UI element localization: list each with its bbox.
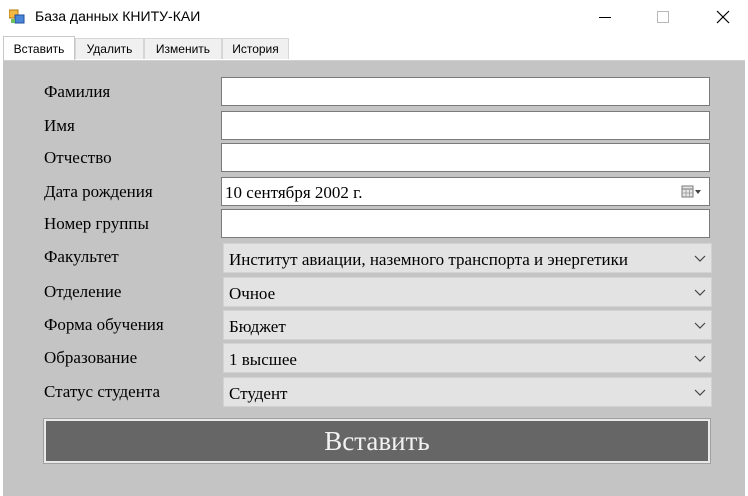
status-value: Студент	[229, 384, 288, 403]
status-label: Статус студента	[44, 382, 161, 401]
tab-history[interactable]: История	[222, 38, 289, 59]
patronymic-input[interactable]	[221, 143, 710, 172]
birthdate-label: Дата рождения	[44, 182, 153, 201]
tab-delete[interactable]: Удалить	[75, 38, 144, 59]
chevron-down-icon	[694, 355, 706, 362]
tab-label: Вставить	[13, 41, 65, 56]
minimize-button[interactable]	[582, 0, 628, 34]
education-label: Образование	[44, 348, 138, 367]
chevron-down-icon	[694, 255, 706, 262]
chevron-down-icon	[694, 322, 706, 329]
tab-label: История	[232, 42, 279, 56]
title-bar: База данных КНИТУ-КАИ	[0, 0, 748, 34]
tab-insert[interactable]: Вставить	[3, 36, 75, 60]
group-label: Номер группы	[44, 214, 149, 233]
department-value: Очное	[229, 284, 276, 303]
close-button[interactable]	[700, 0, 746, 34]
maximize-button[interactable]	[640, 0, 686, 34]
tab-label: Изменить	[155, 42, 211, 56]
surname-label: Фамилия	[44, 82, 111, 101]
group-input[interactable]	[221, 209, 710, 238]
minimize-icon	[599, 17, 611, 18]
window-title: База данных КНИТУ-КАИ	[35, 8, 201, 24]
department-label: Отделение	[44, 282, 122, 301]
tab-edit[interactable]: Изменить	[144, 38, 222, 59]
patronymic-label: Отчество	[44, 148, 112, 167]
department-select[interactable]: Очное	[223, 277, 712, 307]
study-form-value: Бюджет	[229, 317, 286, 336]
faculty-select[interactable]: Институт авиации, наземного транспорта и…	[223, 243, 712, 273]
status-select[interactable]: Студент	[223, 377, 712, 407]
study-form-select[interactable]: Бюджет	[223, 310, 712, 340]
birthdate-value: 10 сентября 2002 г.	[225, 183, 363, 202]
faculty-value: Институт авиации, наземного транспорта и…	[229, 250, 628, 269]
education-select[interactable]: 1 высшее	[223, 343, 712, 373]
database-app-icon	[8, 9, 25, 25]
insert-button[interactable]: Вставить	[43, 418, 711, 464]
tab-label: Удалить	[86, 42, 133, 56]
maximize-icon	[657, 11, 669, 23]
faculty-label: Факультет	[44, 247, 119, 266]
surname-input[interactable]	[221, 77, 710, 106]
birthdate-picker[interactable]: 10 сентября 2002 г.	[221, 177, 710, 206]
chevron-down-icon	[694, 389, 706, 396]
calendar-icon[interactable]	[681, 184, 703, 204]
study-form-label: Форма обучения	[44, 315, 164, 334]
chevron-down-icon	[694, 289, 706, 296]
tab-strip: Вставить Удалить Изменить История	[0, 34, 748, 61]
close-icon	[716, 10, 730, 24]
name-input[interactable]	[221, 111, 710, 140]
education-value: 1 высшее	[229, 350, 297, 369]
insert-button-label: Вставить	[324, 425, 430, 456]
name-label: Имя	[44, 116, 75, 135]
